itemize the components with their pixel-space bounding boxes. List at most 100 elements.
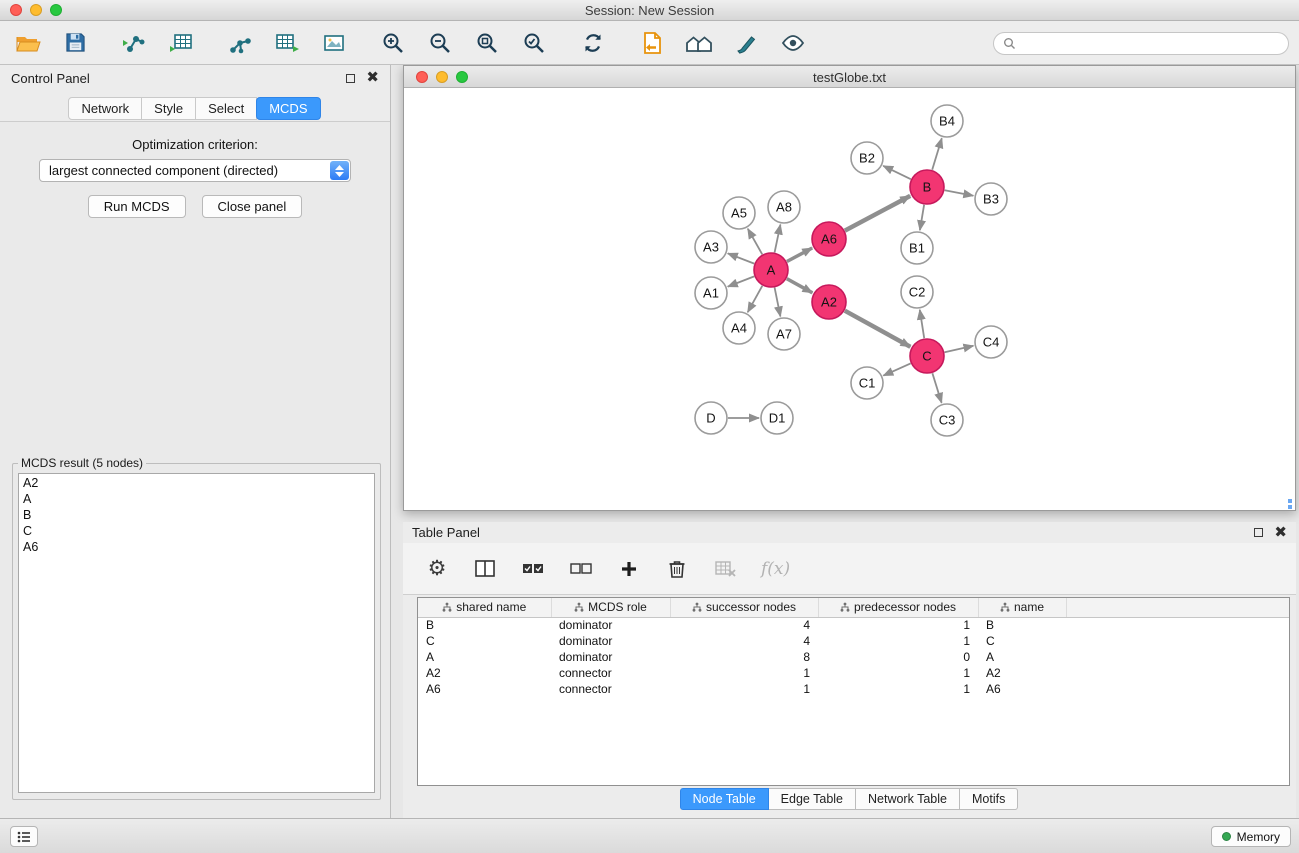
edge-B-B3[interactable] (945, 190, 974, 195)
export-image-button[interactable] (318, 26, 350, 60)
first-neighbors-button[interactable] (636, 26, 668, 60)
tab-edge-table[interactable]: Edge Table (768, 788, 856, 810)
deselect-all-button[interactable] (569, 554, 593, 584)
tab-motifs[interactable]: Motifs (959, 788, 1018, 810)
table-row[interactable]: A6connector11A6 (418, 681, 1289, 697)
edge-A6-B[interactable] (845, 196, 910, 231)
node-B3[interactable]: B3 (975, 183, 1007, 215)
export-table-button[interactable] (271, 26, 303, 60)
style-brush-button[interactable] (730, 26, 762, 60)
apply-layout-button[interactable] (577, 26, 609, 60)
node-A6[interactable]: A6 (812, 222, 846, 256)
node-B[interactable]: B (910, 170, 944, 204)
close-table-panel-icon[interactable]: ✖ (1274, 528, 1287, 538)
float-panel-icon[interactable] (346, 74, 355, 83)
column-header-predecessor-nodes[interactable]: predecessor nodes (818, 598, 978, 617)
table-row[interactable]: Adominator80A (418, 649, 1289, 665)
show-hide-panel-button[interactable] (777, 26, 809, 60)
edge-A-A5[interactable] (748, 229, 762, 255)
node-C3[interactable]: C3 (931, 404, 963, 436)
edge-B-B1[interactable] (920, 205, 924, 230)
edge-A-A1[interactable] (728, 276, 754, 286)
tab-mcds[interactable]: MCDS (256, 97, 320, 120)
tab-node-table[interactable]: Node Table (680, 788, 769, 810)
save-session-button[interactable] (59, 26, 91, 60)
edge-A-A2[interactable] (787, 279, 813, 293)
result-item[interactable]: A2 (23, 475, 370, 491)
close-panel-icon[interactable]: ✖ (366, 73, 379, 83)
close-panel-button[interactable]: Close panel (202, 195, 303, 218)
zoom-out-button[interactable] (424, 26, 456, 60)
node-B1[interactable]: B1 (901, 232, 933, 264)
delete-column-button[interactable] (665, 554, 689, 584)
network-canvas[interactable]: B4 B2 B B3 A5 A8 A6 B1 A3 A C2 A1 A2 A4 A7 C4 C C1 C3 D D1 (404, 88, 1295, 510)
node-A2[interactable]: A2 (812, 285, 846, 319)
edge-C-C2[interactable] (920, 310, 924, 338)
open-session-button[interactable] (12, 26, 44, 60)
new-network-button[interactable] (224, 26, 256, 60)
table-row[interactable]: Cdominator41C (418, 633, 1289, 649)
window-resize-grip[interactable] (1288, 499, 1294, 509)
node-C2[interactable]: C2 (901, 276, 933, 308)
node-A5[interactable]: A5 (723, 197, 755, 229)
table-row[interactable]: Bdominator41B (418, 617, 1289, 633)
node-A4[interactable]: A4 (723, 312, 755, 344)
node-A7[interactable]: A7 (768, 318, 800, 350)
network-graph[interactable]: B4 B2 B B3 A5 A8 A6 B1 A3 A C2 A1 A2 A4 A7 C4 C C1 C3 D D1 (404, 88, 1295, 510)
memory-button[interactable]: Memory (1211, 826, 1291, 847)
result-item[interactable]: C (23, 523, 370, 539)
result-item[interactable]: A6 (23, 539, 370, 555)
column-header-name[interactable]: name (978, 598, 1066, 617)
delete-table-button[interactable] (713, 554, 737, 584)
node-B2[interactable]: B2 (851, 142, 883, 174)
result-item[interactable]: B (23, 507, 370, 523)
edge-C-C1[interactable] (883, 363, 910, 375)
edge-A-A8[interactable] (775, 225, 781, 253)
node-D[interactable]: D (695, 402, 727, 434)
edge-A-A4[interactable] (748, 286, 763, 312)
tab-network-table[interactable]: Network Table (855, 788, 960, 810)
zoom-selected-button[interactable] (518, 26, 550, 60)
function-builder-button[interactable]: f(x) (761, 554, 790, 584)
table-settings-button[interactable]: ⚙ (425, 554, 449, 584)
edge-C-C4[interactable] (945, 346, 974, 352)
node-A8[interactable]: A8 (768, 191, 800, 223)
node-B4[interactable]: B4 (931, 105, 963, 137)
import-table-button[interactable] (165, 26, 197, 60)
node-C1[interactable]: C1 (851, 367, 883, 399)
node-A1[interactable]: A1 (695, 277, 727, 309)
column-header-successor-nodes[interactable]: successor nodes (670, 598, 818, 617)
tab-select[interactable]: Select (195, 97, 257, 120)
column-header-mcds-role[interactable]: MCDS role (551, 598, 670, 617)
tab-style[interactable]: Style (141, 97, 196, 120)
edge-B-B4[interactable] (932, 138, 942, 170)
float-table-panel-icon[interactable] (1254, 528, 1263, 537)
network-window-titlebar[interactable]: testGlobe.txt (404, 66, 1295, 88)
network-overview-button[interactable] (683, 26, 715, 60)
task-history-button[interactable] (10, 826, 38, 847)
zoom-fit-button[interactable] (471, 26, 503, 60)
edge-B-B2[interactable] (883, 166, 911, 179)
select-all-button[interactable] (521, 554, 545, 584)
import-network-button[interactable] (118, 26, 150, 60)
tab-network[interactable]: Network (68, 97, 142, 120)
edge-A-A3[interactable] (728, 253, 754, 263)
search-input[interactable] (1021, 36, 1279, 51)
show-columns-button[interactable] (473, 554, 497, 584)
edge-A-A6[interactable] (787, 248, 812, 262)
node-C[interactable]: C (910, 339, 944, 373)
run-mcds-button[interactable]: Run MCDS (88, 195, 186, 218)
node-C4[interactable]: C4 (975, 326, 1007, 358)
column-header-shared-name[interactable]: shared name (418, 598, 551, 617)
optimization-criterion-dropdown[interactable]: largest connected component (directed) (39, 159, 351, 182)
node-A[interactable]: A (754, 253, 788, 287)
table-row[interactable]: A2connector11A2 (418, 665, 1289, 681)
edge-A-A7[interactable] (775, 288, 781, 317)
node-D1[interactable]: D1 (761, 402, 793, 434)
result-item[interactable]: A (23, 491, 370, 507)
zoom-in-button[interactable] (377, 26, 409, 60)
node-A3[interactable]: A3 (695, 231, 727, 263)
edge-A2-C[interactable] (845, 311, 911, 347)
add-column-button[interactable] (617, 554, 641, 584)
edge-C-C3[interactable] (932, 373, 941, 403)
